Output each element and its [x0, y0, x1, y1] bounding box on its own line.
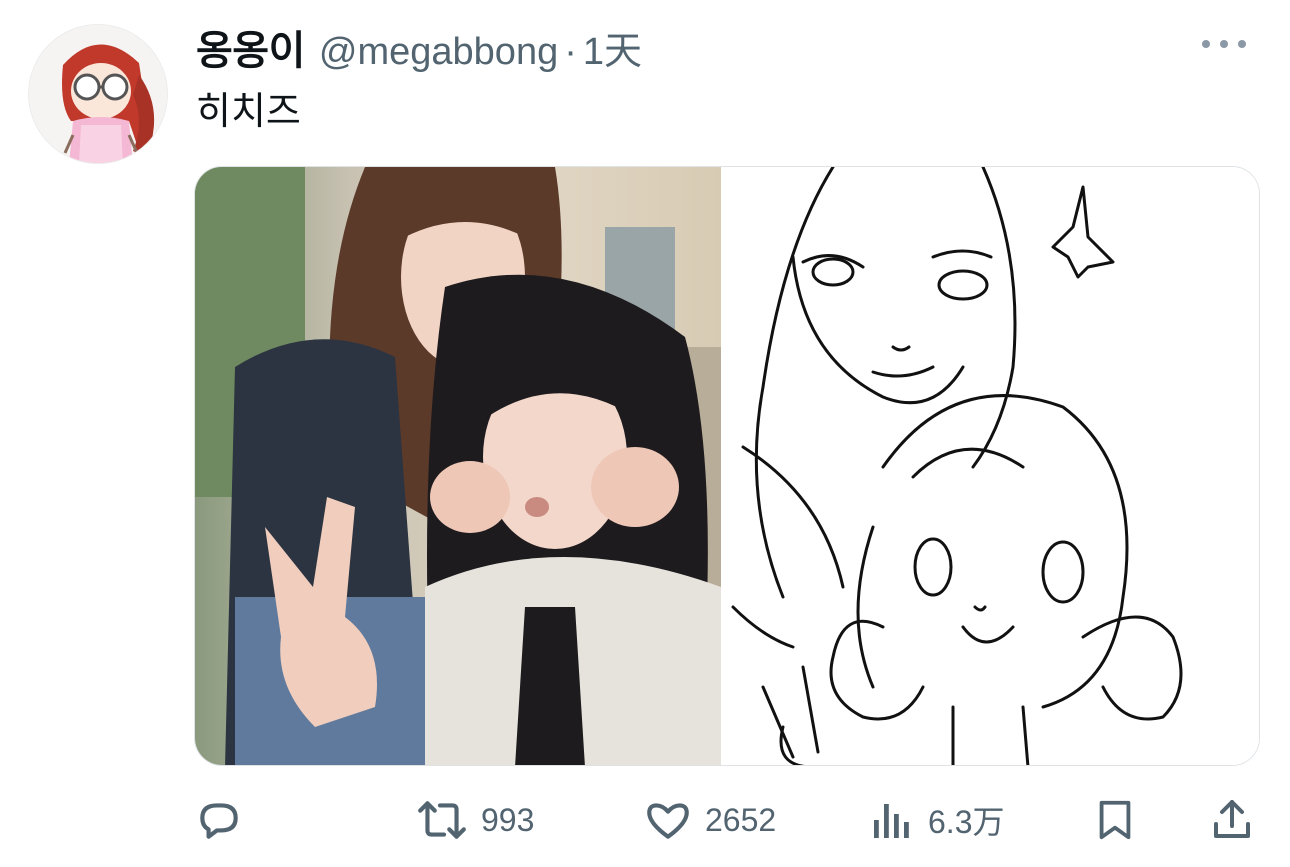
- views-button[interactable]: 6.3万: [868, 790, 1005, 850]
- photo-image: [195, 167, 721, 765]
- views-icon: [868, 795, 916, 845]
- avatar[interactable]: [28, 24, 168, 164]
- views-count: 6.3万: [928, 804, 1005, 840]
- like-count: 2652: [705, 801, 777, 838]
- more-dot: [1202, 40, 1210, 48]
- bookmark-button[interactable]: [1092, 790, 1138, 850]
- tweet-text: 히치즈: [196, 91, 301, 133]
- more-dot: [1238, 40, 1246, 48]
- tweet-header: 옹옹이 @megabbong · 1天: [196, 18, 1230, 74]
- more-dot: [1220, 40, 1228, 48]
- retweet-button[interactable]: 993: [415, 790, 534, 850]
- share-icon: [1208, 795, 1256, 845]
- media-photo[interactable]: [195, 167, 721, 765]
- timestamp[interactable]: 1天: [583, 20, 642, 75]
- display-name[interactable]: 옹옹이: [196, 18, 305, 76]
- separator-dot: ·: [564, 31, 577, 73]
- reply-button[interactable]: [194, 790, 244, 850]
- avatar-image: [29, 25, 167, 163]
- user-handle[interactable]: @megabbong: [319, 31, 558, 74]
- heart-icon: [643, 795, 693, 845]
- tweet-actions: 993 2652 6.3万: [0, 790, 1290, 850]
- more-options-icon[interactable]: [1202, 30, 1246, 58]
- share-button[interactable]: [1208, 790, 1256, 850]
- retweet-icon: [415, 795, 469, 845]
- tweet-media: [194, 166, 1260, 766]
- retweet-count: 993: [481, 801, 535, 838]
- bookmark-icon: [1092, 795, 1138, 845]
- reply-icon: [194, 795, 244, 845]
- like-button[interactable]: 2652: [643, 790, 776, 850]
- media-drawing[interactable]: [723, 167, 1259, 765]
- drawing-image: [731, 167, 1183, 765]
